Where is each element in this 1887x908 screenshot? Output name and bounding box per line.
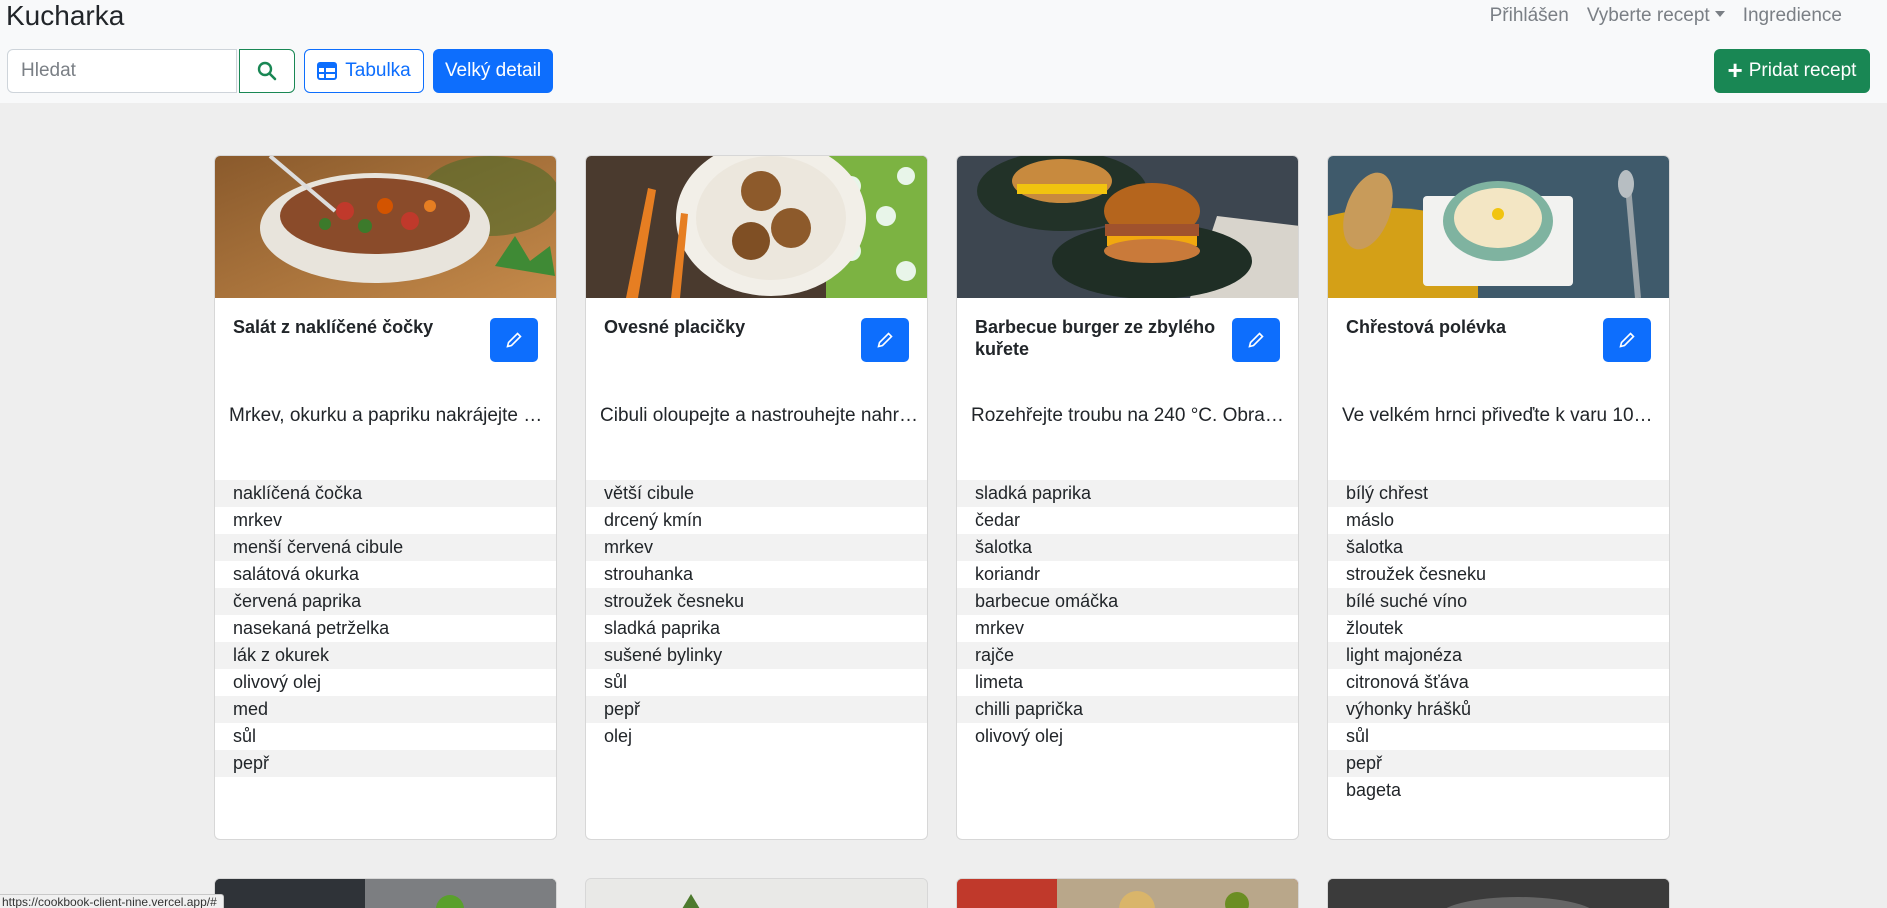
recipe-image-oat-patties <box>586 156 927 298</box>
ingredient-item: rajče <box>957 642 1298 669</box>
ingredient-item: výhonky hrášků <box>1328 696 1669 723</box>
ingredient-list: větší cibule drcený kmín mrkev strouhank… <box>586 480 927 750</box>
ingredient-item: pepř <box>586 696 927 723</box>
ingredient-item: barbecue omáčka <box>957 588 1298 615</box>
recipe-description: Mrkev, okurku a papriku nakrájejte na... <box>229 405 547 426</box>
ingredient-item: čedar <box>975 510 1021 530</box>
pencil-icon <box>506 332 522 348</box>
recipe-description: Ve velkém hrnci přiveďte k varu 1000 ... <box>1342 405 1660 426</box>
recipe-title: Salát z naklíčené čočky <box>233 317 434 337</box>
ingredient-item: bageta <box>1346 780 1402 800</box>
ingredient-item: stroužek česneku <box>586 588 927 615</box>
recipe-image-lentil-salad <box>215 156 556 298</box>
ingredient-item: citronová šťáva <box>1346 672 1469 692</box>
ingredient-item: sůl <box>233 726 257 746</box>
recipe-image-partial <box>957 879 1298 908</box>
ingredient-item: olivový olej <box>975 726 1064 746</box>
ingredient-list: naklíčená čočka mrkev menší červená cibu… <box>215 480 556 777</box>
edit-recipe-button[interactable] <box>490 318 538 362</box>
ingredient-item: chilli paprička <box>957 696 1298 723</box>
ingredient-item: bílý chřest <box>1328 480 1669 507</box>
ingredient-list: bílý chřest máslo šalotka stroužek česne… <box>1328 480 1669 804</box>
ingredient-item: sladká paprika <box>604 618 721 638</box>
add-recipe-button[interactable]: + Pridat recept <box>1714 49 1870 93</box>
table-view-button[interactable]: Tabulka <box>304 49 424 93</box>
recipe-card-partial[interactable] <box>1327 878 1670 908</box>
edit-recipe-button[interactable] <box>1232 318 1280 362</box>
ingredient-item: pepř <box>215 750 556 777</box>
recipe-image-partial <box>1328 879 1669 908</box>
ingredient-item: koriandr <box>975 564 1041 584</box>
ingredient-item: light majonéza <box>1328 642 1669 669</box>
recipe-card-partial[interactable] <box>585 878 928 908</box>
recipe-image-partial <box>215 879 556 908</box>
pencil-icon <box>1619 332 1635 348</box>
ingredient-item: větší cibule <box>586 480 927 507</box>
ingredient-item: med <box>215 696 556 723</box>
nav-ingredients[interactable]: Ingredience <box>1734 4 1851 28</box>
recipe-image-bbq-burger <box>957 156 1298 298</box>
recipe-card[interactable]: Salát z naklíčené čočky Mrkev, okurku a … <box>214 155 557 840</box>
ingredient-item: mrkev <box>233 510 282 530</box>
brand-title[interactable]: Kucharka <box>6 0 124 32</box>
ingredient-item: nasekaná petrželka <box>233 618 390 638</box>
nav-select-recipe-dropdown[interactable]: Vyberte recept <box>1578 4 1734 28</box>
search-button[interactable] <box>239 49 295 93</box>
ingredient-item: menší červená cibule <box>215 534 556 561</box>
recipe-image-asparagus-soup <box>1328 156 1669 298</box>
recipe-card[interactable]: Chřestová polévka Ve velkém hrnci přiveď… <box>1327 155 1670 840</box>
ingredient-item: sušené bylinky <box>586 642 927 669</box>
search-icon <box>257 61 277 81</box>
edit-recipe-button[interactable] <box>861 318 909 362</box>
ingredient-item: lák z okurek <box>215 642 556 669</box>
recipe-card[interactable]: Barbecue burger ze zbylého kuřete Rozehř… <box>956 155 1299 840</box>
add-recipe-label: Pridat recept <box>1748 60 1857 81</box>
recipe-card-partial[interactable] <box>956 878 1299 908</box>
edit-recipe-button[interactable] <box>1603 318 1651 362</box>
ingredient-item: limeta <box>975 672 1024 692</box>
ingredient-item: sůl <box>604 672 628 692</box>
ingredient-item: sůl <box>1346 726 1370 746</box>
recipe-title: Chřestová polévka <box>1346 317 1507 337</box>
ingredient-item: sladká paprika <box>957 480 1298 507</box>
recipe-description: Rozehřejte troubu na 240 °C. Obrané ... <box>971 405 1289 426</box>
ingredient-item: pepř <box>1328 750 1669 777</box>
recipe-image-partial <box>586 879 927 908</box>
ingredient-item: salátová okurka <box>233 564 360 584</box>
ingredient-item: mrkev <box>975 618 1024 638</box>
ingredient-item: olej <box>604 726 633 746</box>
ingredient-item: mrkev <box>586 534 927 561</box>
ingredient-item: stroužek česneku <box>1346 564 1487 584</box>
ingredient-item: máslo <box>1346 510 1395 530</box>
ingredient-item: strouhanka <box>604 564 694 584</box>
ingredient-item: drcený kmín <box>604 510 703 530</box>
ingredient-item: žloutek <box>1346 618 1404 638</box>
plus-icon: + <box>1727 55 1743 85</box>
ingredient-item: šalotka <box>957 534 1298 561</box>
recipe-card[interactable]: Ovesné placičky Cibuli oloupejte a nastr… <box>585 155 928 840</box>
table-icon <box>317 62 338 80</box>
navbar: Kucharka Přihlášen Vyberte recept Ingred… <box>0 0 1887 103</box>
ingredient-item: šalotka <box>1328 534 1669 561</box>
nav-links: Přihlášen Vyberte recept Ingredience <box>1481 4 1851 28</box>
nav-logged-in[interactable]: Přihlášen <box>1481 4 1578 28</box>
search-input[interactable] <box>7 49 237 93</box>
ingredient-list: sladká paprika čedar šalotka koriandr ba… <box>957 480 1298 750</box>
pencil-icon <box>1248 332 1264 348</box>
recipe-card-partial[interactable] <box>214 878 557 908</box>
ingredient-item: červená paprika <box>215 588 556 615</box>
recipe-description: Cibuli oloupejte a nastrouhejte nahru... <box>600 405 918 426</box>
ingredient-item: bílé suché víno <box>1328 588 1669 615</box>
ingredient-item: olivový olej <box>233 672 322 692</box>
recipe-title: Ovesné placičky <box>604 317 746 337</box>
ingredient-item: naklíčená čočka <box>215 480 556 507</box>
recipe-title: Barbecue burger ze zbylého kuřete <box>975 317 1216 359</box>
table-view-label: Tabulka <box>345 60 411 81</box>
pencil-icon <box>877 332 893 348</box>
status-bar-url: https://cookbook-client-nine.vercel.app/… <box>0 894 224 908</box>
large-detail-button[interactable]: Velký detail <box>433 49 553 93</box>
